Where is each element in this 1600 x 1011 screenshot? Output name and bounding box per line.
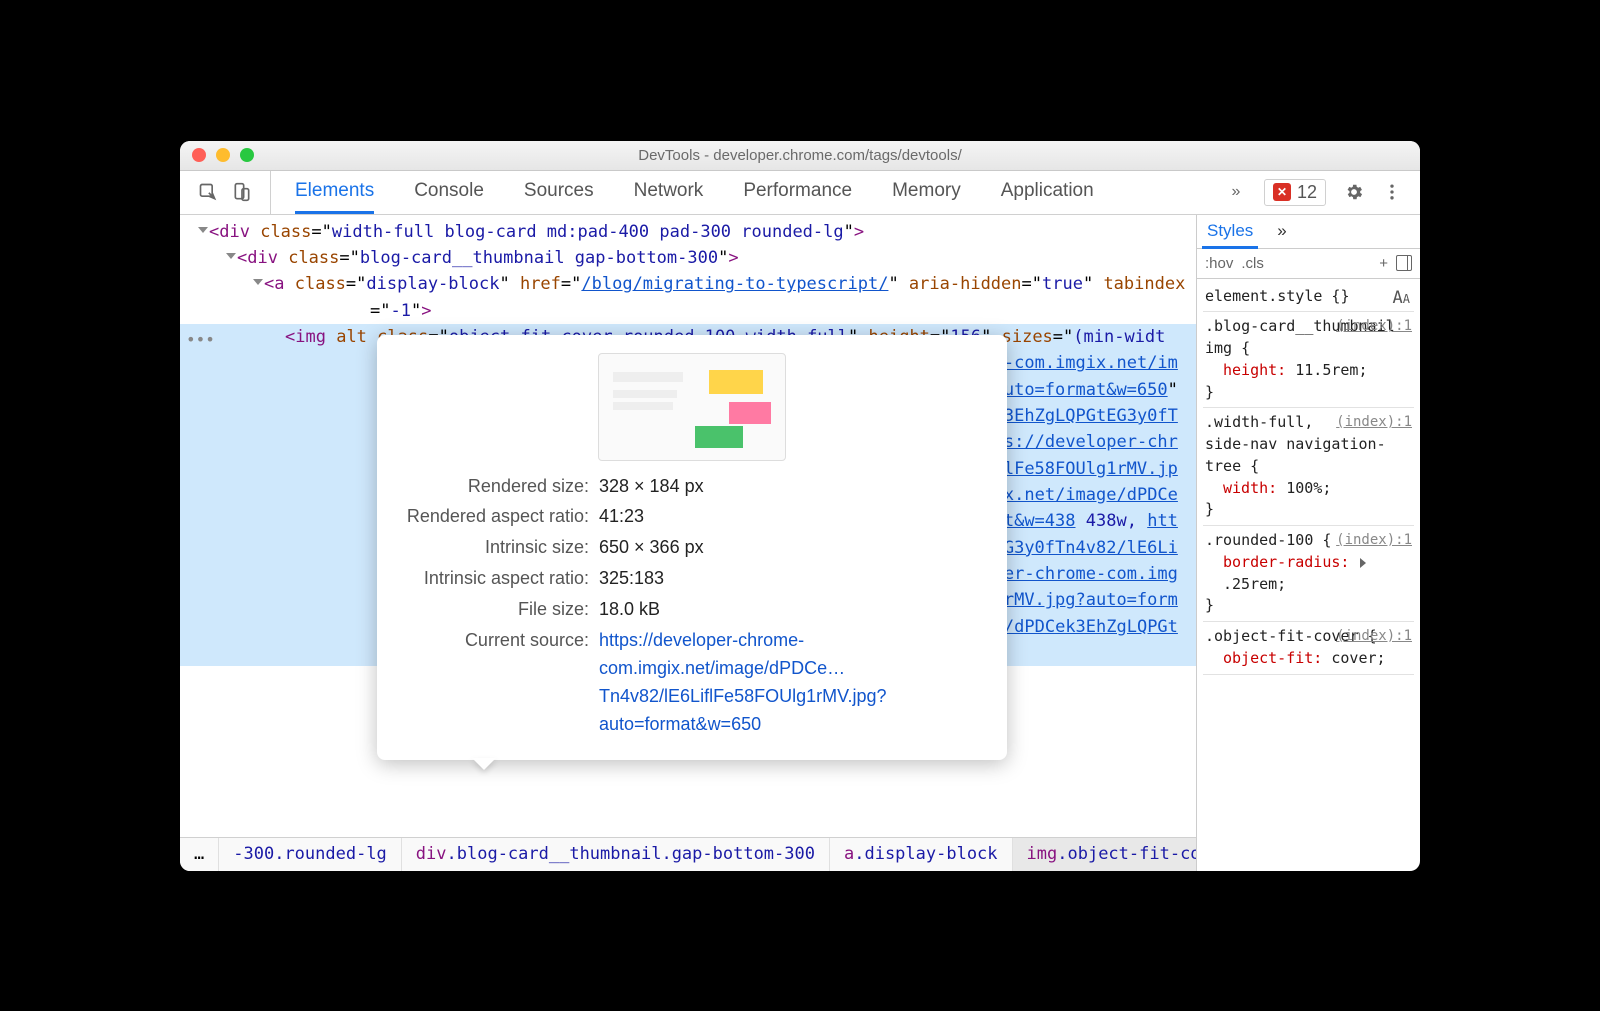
tab-elements[interactable]: Elements — [295, 180, 374, 204]
css-rule[interactable]: .object-fit-cover {(index):1object-fit: … — [1203, 622, 1414, 675]
hc-label: Rendered aspect ratio: — [399, 503, 599, 531]
toolbar-left-icons — [180, 171, 271, 214]
hc-label: Rendered size: — [399, 473, 599, 501]
rule-source-link[interactable]: (index):1 — [1336, 316, 1412, 336]
cls-toggle[interactable]: .cls — [1241, 255, 1264, 272]
rule-source-link[interactable]: (index):1 — [1336, 626, 1412, 646]
hover-thumbnail — [598, 353, 786, 461]
devtools-tabs: Elements Console Sources Network Performance… — [271, 171, 1226, 214]
dom-line[interactable]: <div class="blog-card__thumbnail gap-bot… — [180, 245, 1196, 271]
minimize-traffic-light[interactable] — [216, 148, 230, 162]
file-size-value: 18.0 kB — [599, 596, 985, 624]
breadcrumb-item[interactable]: div.blog-card__thumbnail.gap-bottom-300 — [402, 838, 830, 871]
hc-label: File size: — [399, 596, 599, 624]
rendered-size-value: 328 × 184 px — [599, 473, 985, 501]
styles-rules[interactable]: element.style {AA}.blog-card__thumbnail … — [1197, 279, 1420, 871]
css-rule[interactable]: .width-full, side-nav navigation-tree {(… — [1203, 408, 1414, 526]
breadcrumb-bar: …-300.rounded-lgdiv.blog-card__thumbnail… — [180, 837, 1196, 871]
device-toolbar-icon[interactable] — [232, 182, 252, 202]
more-tabs-icon[interactable]: » — [1226, 182, 1246, 202]
toolbar-right: » ✕ 12 — [1226, 171, 1420, 214]
rule-source-link[interactable]: (index):1 — [1336, 412, 1412, 432]
breadcrumb-item[interactable]: a.display-block — [830, 838, 1013, 871]
dom-line[interactable]: <div class="width-full blog-card md:pad-… — [180, 219, 1196, 245]
sidebar-toggle-icon[interactable] — [1396, 255, 1412, 271]
hc-label: Intrinsic aspect ratio: — [399, 565, 599, 593]
toolbar: Elements Console Sources Network Performance… — [180, 171, 1420, 215]
css-rule[interactable]: element.style {AA} — [1203, 282, 1414, 313]
elements-panel: ••• <div class="width-full blog-card md:… — [180, 215, 1196, 871]
error-count-badge[interactable]: ✕ 12 — [1264, 179, 1326, 206]
kebab-menu-icon[interactable] — [1382, 182, 1402, 202]
inspect-element-icon[interactable] — [198, 182, 218, 202]
hc-label: Intrinsic size: — [399, 534, 599, 562]
dom-tree[interactable]: ••• <div class="width-full blog-card md:… — [180, 215, 1196, 837]
dom-line[interactable]: <a class="display-block" href="/blog/mig… — [180, 271, 1196, 324]
tab-memory[interactable]: Memory — [892, 180, 961, 204]
intrinsic-size-value: 650 × 366 px — [599, 534, 985, 562]
tab-performance[interactable]: Performance — [743, 180, 852, 204]
styles-toolbar: :hov .cls + — [1197, 249, 1420, 279]
traffic-lights — [192, 148, 254, 162]
error-icon: ✕ — [1273, 183, 1291, 201]
gutter-more-icon[interactable]: ••• — [186, 328, 215, 353]
css-rule[interactable]: .rounded-100 {(index):1border-radius: .2… — [1203, 526, 1414, 622]
css-rule[interactable]: .blog-card__thumbnail img {(index):1heig… — [1203, 312, 1414, 408]
titlebar: DevTools - developer.chrome.com/tags/dev… — [180, 141, 1420, 171]
window-title: DevTools - developer.chrome.com/tags/dev… — [180, 147, 1420, 164]
current-source-value[interactable]: https://developer-chrome-com.imgix.net/i… — [599, 627, 985, 739]
rule-source-link[interactable]: (index):1 — [1336, 530, 1412, 550]
intrinsic-ar-value: 325:183 — [599, 565, 985, 593]
current-source-link[interactable]: https://developer-chrome-com.imgix.net/i… — [599, 630, 886, 734]
hc-label: Current source: — [399, 627, 599, 739]
tab-application[interactable]: Application — [1001, 180, 1094, 204]
main-area: ••• <div class="width-full blog-card md:… — [180, 215, 1420, 871]
zoom-traffic-light[interactable] — [240, 148, 254, 162]
breadcrumb-more[interactable]: … — [180, 838, 219, 871]
tab-console[interactable]: Console — [414, 180, 484, 204]
devtools-window: DevTools - developer.chrome.com/tags/dev… — [180, 141, 1420, 871]
add-rule-icon[interactable]: + — [1379, 255, 1388, 272]
hov-toggle[interactable]: :hov — [1205, 255, 1233, 272]
rendered-ar-value: 41:23 — [599, 503, 985, 531]
gear-icon[interactable] — [1344, 182, 1364, 202]
tab-styles[interactable]: Styles — [1207, 221, 1253, 241]
breadcrumb-item[interactable]: -300.rounded-lg — [219, 838, 402, 871]
breadcrumb-item[interactable]: img.object-fit-cover — [1013, 838, 1196, 871]
tab-network[interactable]: Network — [634, 180, 704, 204]
more-styles-tabs-icon[interactable]: » — [1277, 221, 1286, 241]
image-hover-card: Rendered size:328 × 184 px Rendered aspe… — [377, 335, 1007, 760]
font-size-icon[interactable]: AA — [1393, 286, 1410, 311]
styles-tabs: Styles » — [1197, 215, 1420, 249]
error-count: 12 — [1297, 182, 1317, 203]
close-traffic-light[interactable] — [192, 148, 206, 162]
tab-sources[interactable]: Sources — [524, 180, 594, 204]
styles-panel: Styles » :hov .cls + element.style {AA}.… — [1196, 215, 1420, 871]
